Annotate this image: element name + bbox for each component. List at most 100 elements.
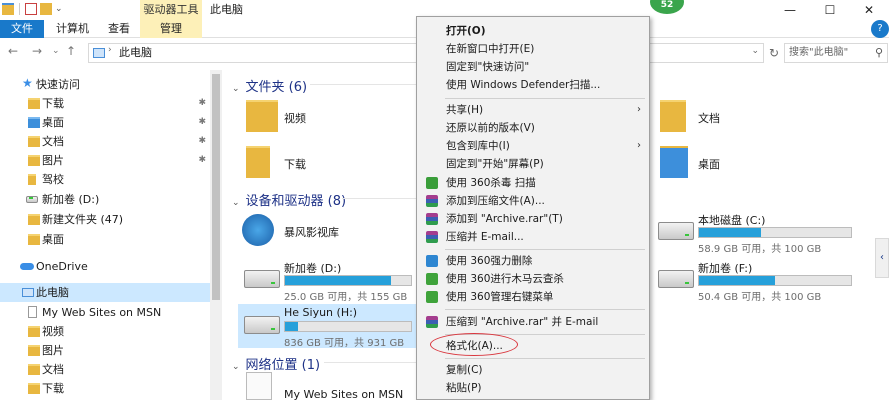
pin-icon[interactable]: ✱	[198, 113, 206, 132]
360-icon	[426, 291, 438, 303]
360-delete-icon	[426, 255, 438, 267]
menu-item-open[interactable]: 打开(O)	[417, 22, 649, 40]
menu-item-copy[interactable]: 复制(C)	[417, 361, 649, 379]
menu-item-share[interactable]: 共享(H) ›	[417, 101, 649, 119]
submenu-arrow-icon: ›	[637, 104, 641, 115]
pin-icon[interactable]: ✱	[198, 132, 206, 151]
menu-item-360-scan[interactable]: 使用 360杀毒 扫描	[417, 174, 649, 192]
pin-icon[interactable]: ✱	[198, 151, 206, 170]
desktop-folder-icon	[28, 117, 40, 128]
sidebar-item-new-folder-47[interactable]: 新建文件夹 (47)	[0, 210, 210, 229]
back-icon[interactable]: ←	[8, 44, 18, 58]
expand-pane-icon[interactable]: ‹	[875, 238, 889, 278]
folder-item-desktop[interactable]: 桌面	[660, 146, 810, 182]
pc-icon	[93, 48, 105, 58]
star-icon: ★	[22, 76, 33, 90]
drive-icon	[244, 270, 280, 288]
sidebar-item-documents-2[interactable]: 文档	[0, 360, 210, 379]
folder-item-downloads[interactable]: 下载	[246, 146, 396, 182]
recent-locations-icon[interactable]: ⌄	[52, 46, 60, 56]
drive-usage-bar	[698, 227, 852, 238]
help-icon[interactable]: ?	[871, 20, 889, 38]
address-path[interactable]: 此电脑	[119, 44, 152, 62]
cloud-icon	[20, 263, 34, 270]
drive-usage-bar	[284, 275, 412, 286]
tab-view[interactable]: 查看	[98, 20, 140, 38]
search-input[interactable]: 搜索"此电脑" ⚲	[784, 43, 888, 63]
menu-item-restore-versions[interactable]: 还原以前的版本(V)	[417, 119, 649, 137]
drive-item-c[interactable]: 本地磁盘 (C:) 58.9 GB 可用，共 100 GB	[652, 210, 882, 255]
sidebar-item-pictures[interactable]: 图片 ✱	[0, 151, 210, 170]
menu-item-compress-rar-email[interactable]: 压缩到 "Archive.rar" 并 E-mail	[417, 313, 649, 331]
up-icon[interactable]: ↑	[66, 44, 76, 58]
sidebar-item-onedrive[interactable]: OneDrive	[0, 257, 210, 276]
menu-item-360-trojan-scan[interactable]: 使用 360进行木马云查杀	[417, 270, 649, 288]
chevron-down-icon: ⌄	[232, 198, 240, 208]
videos-folder-icon	[28, 326, 40, 337]
chevron-down-icon: ⌄	[232, 362, 240, 372]
folders-group-header[interactable]: ⌄ 文件夹 (6)	[232, 76, 307, 95]
network-group-header[interactable]: ⌄ 网络位置 (1)	[232, 354, 320, 373]
sidebar-item-documents[interactable]: 文档 ✱	[0, 132, 210, 151]
folder-item-documents[interactable]: 文档	[660, 100, 810, 136]
menu-item-pin-quick-access[interactable]: 固定到"快速访问"	[417, 58, 649, 76]
download-folder-icon	[28, 383, 40, 394]
close-button[interactable]: ✕	[849, 0, 889, 20]
menu-item-paste[interactable]: 粘贴(P)	[417, 379, 649, 397]
pictures-folder-icon	[28, 155, 40, 166]
sidebar-item-videos[interactable]: 视频	[0, 322, 210, 341]
app-item-baofeng[interactable]: 暴风影视库	[242, 214, 412, 250]
drive-item-d[interactable]: 新加卷 (D:) 25.0 GB 可用，共 155 GB	[238, 258, 418, 303]
menu-item-360-manage-menu[interactable]: 使用 360管理右键菜单	[417, 288, 649, 306]
folder-icon	[28, 214, 40, 225]
sidebar-item-this-pc[interactable]: 此电脑	[0, 283, 210, 302]
new-folder-icon[interactable]	[40, 3, 52, 15]
drive-item-f[interactable]: 新加卷 (F:) 50.4 GB 可用，共 100 GB	[652, 258, 882, 303]
pin-icon[interactable]: ✱	[198, 94, 206, 113]
sidebar-item-downloads-2[interactable]: 下载	[0, 379, 210, 398]
sidebar-item-desktop-folder[interactable]: 桌面	[0, 230, 210, 249]
pictures-folder-icon	[28, 345, 40, 356]
sidebar-item-downloads[interactable]: 下载 ✱	[0, 94, 210, 113]
sidebar-item-my-web-sites[interactable]: My Web Sites on MSN	[0, 303, 210, 322]
rar-icon	[426, 195, 438, 207]
sidebar-item-pictures-2[interactable]: 图片	[0, 341, 210, 360]
drive-icon	[658, 270, 694, 288]
documents-folder-icon	[28, 364, 40, 375]
tab-computer[interactable]: 计算机	[46, 20, 99, 38]
minimize-button[interactable]: —	[770, 0, 810, 20]
quick-access-toolbar: ⌄	[2, 3, 67, 15]
properties-icon[interactable]	[25, 3, 37, 15]
tab-manage[interactable]: 管理	[140, 20, 202, 38]
menu-item-compress-email[interactable]: 压缩并 E-mail...	[417, 228, 649, 246]
folder-item-videos[interactable]: 视频	[246, 100, 396, 136]
maximize-button[interactable]: ☐	[810, 0, 850, 20]
tab-file[interactable]: 文件	[0, 20, 44, 38]
dropdown-icon[interactable]: ⌄	[55, 3, 67, 15]
sidebar-item-drive-d[interactable]: 新加卷 (D:)	[0, 190, 210, 209]
pc-icon	[22, 288, 34, 297]
desktop-folder-icon	[660, 146, 688, 178]
devices-group-header[interactable]: ⌄ 设备和驱动器 (8)	[232, 190, 346, 209]
folder-icon	[28, 174, 36, 185]
sidebar-item-driving-school[interactable]: 驾校	[0, 170, 210, 189]
menu-item-pin-start[interactable]: 固定到"开始"屏幕(P)	[417, 155, 649, 173]
sidebar-scroll-thumb[interactable]	[212, 74, 220, 300]
forward-icon[interactable]: →	[32, 44, 42, 58]
network-item-my-web-sites[interactable]: My Web Sites on MSN	[246, 372, 426, 400]
videos-folder-icon	[246, 100, 278, 132]
menu-item-360-force-delete[interactable]: 使用 360强力删除	[417, 252, 649, 270]
breadcrumb-separator-icon[interactable]: ›	[108, 45, 112, 55]
menu-item-defender-scan[interactable]: 使用 Windows Defender扫描...	[417, 76, 649, 94]
drive-item-h[interactable]: He Siyun (H:) 836 GB 可用，共 931 GB	[238, 304, 418, 349]
web-icon	[246, 372, 272, 400]
menu-item-add-to-archive-rar[interactable]: 添加到 "Archive.rar"(T)	[417, 210, 649, 228]
refresh-icon[interactable]: ↻	[766, 43, 782, 63]
sidebar-item-quick-access[interactable]: ★ 快速访问	[0, 75, 210, 94]
address-dropdown-icon[interactable]: ⌄	[751, 46, 759, 56]
menu-item-add-to-archive[interactable]: 添加到压缩文件(A)...	[417, 192, 649, 210]
rar-icon	[426, 231, 438, 243]
menu-item-open-new-window[interactable]: 在新窗口中打开(E)	[417, 40, 649, 58]
sidebar-item-desktop[interactable]: 桌面 ✱	[0, 113, 210, 132]
menu-item-include-library[interactable]: 包含到库中(I) ›	[417, 137, 649, 155]
